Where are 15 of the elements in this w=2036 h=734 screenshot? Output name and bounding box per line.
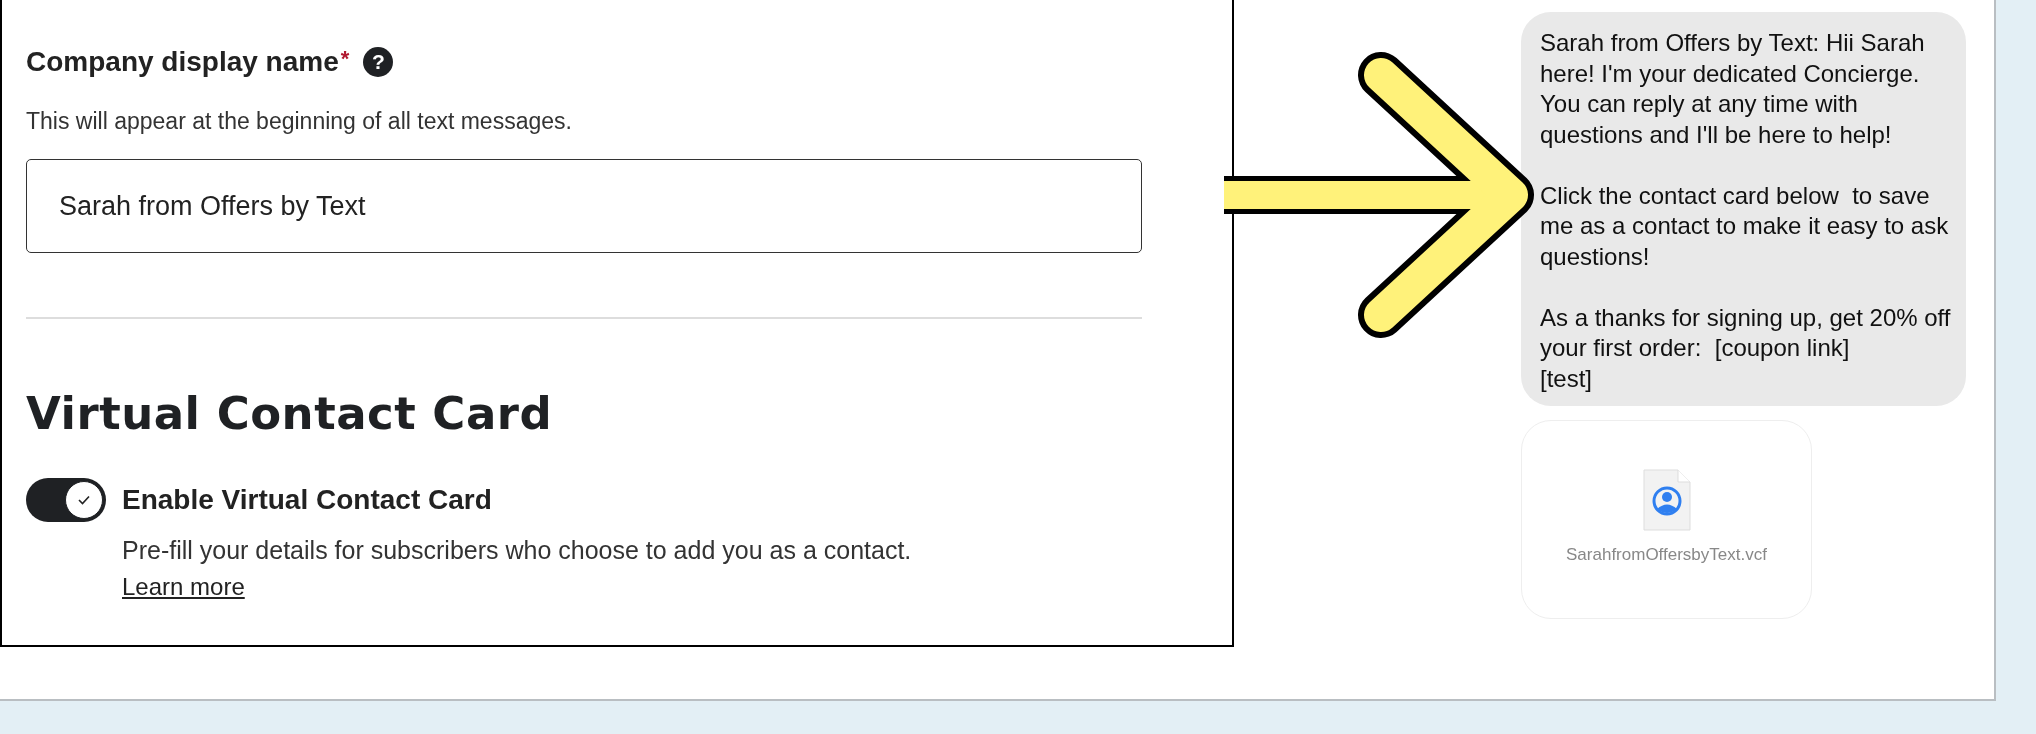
section-heading: Virtual Contact Card — [26, 386, 554, 440]
field-label: Company display name — [26, 46, 339, 78]
help-icon[interactable]: ? — [363, 47, 394, 77]
check-icon — [77, 493, 91, 506]
attachment-filename: SarahfromOffersbyText.vcf — [1566, 545, 1767, 565]
learn-more-link[interactable]: Learn more — [122, 572, 245, 601]
contact-file-icon — [1642, 469, 1691, 531]
contact-card-attachment[interactable]: SarahfromOffersbyText.vcf — [1521, 420, 1812, 619]
field-description: This will appear at the beginning of all text messages. — [26, 108, 573, 135]
toggle-label: Enable Virtual Contact Card — [122, 483, 492, 516]
required-mark: * — [340, 46, 350, 72]
message-text: Sarah from Offers by Text: Hii Sarah here! I'm your dedicated Concierge. You can reply at any time with questions and I'll be here to help! Click the contact card below to save me as a contact to make it easy to ask questions! As a thanks for signing up, get 20% off your first order: [coupon link] [test] — [1540, 28, 1952, 394]
input-field[interactable]: Sarah from Offers by Text — [26, 159, 1142, 253]
toggle-switch[interactable] — [26, 477, 106, 522]
toggle-description: Pre-fill your details for subscribers who choose to add you as a contact. — [122, 535, 913, 565]
